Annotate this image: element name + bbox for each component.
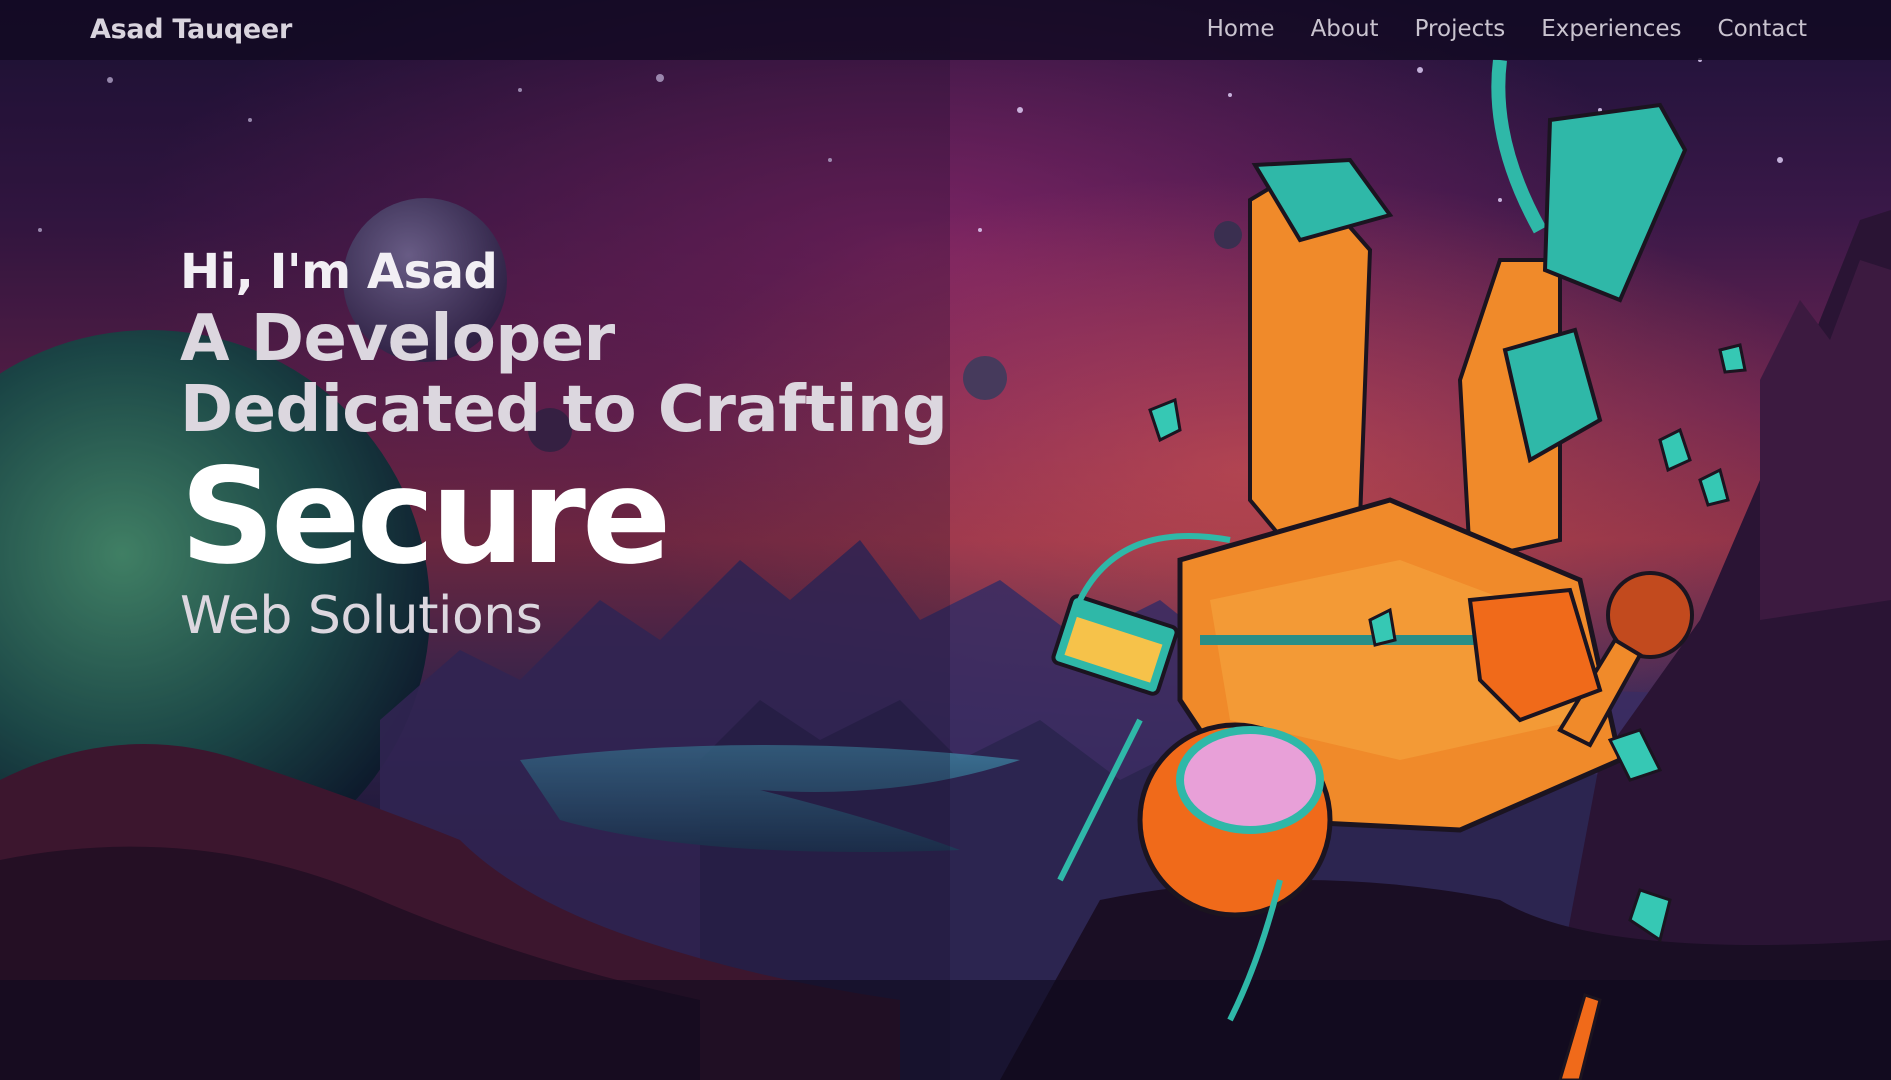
top-navbar: Asad Tauqeer Home About Projects Experie… — [0, 0, 1891, 60]
nav-link-projects[interactable]: Projects — [1415, 16, 1506, 42]
nav-link-home[interactable]: Home — [1207, 16, 1275, 42]
hero-line-dedicated: Dedicated to Crafting — [180, 373, 948, 447]
hero-section: Asad Tauqeer Home About Projects Experie… — [0, 0, 1891, 1080]
hero-greeting: Hi, I'm Asad — [180, 244, 498, 300]
hero-headline: Hi, I'm Asad A Developer Dedicated to Cr… — [180, 244, 948, 646]
nav-link-contact[interactable]: Contact — [1718, 16, 1807, 42]
nav-link-about[interactable]: About — [1311, 16, 1379, 42]
hero-highlight-word: Secure — [180, 440, 671, 594]
hero-line-web-solutions: Web Solutions — [180, 586, 543, 646]
site-brand[interactable]: Asad Tauqeer — [90, 14, 292, 45]
moon — [963, 356, 1007, 400]
nav-link-experiences[interactable]: Experiences — [1541, 16, 1681, 42]
main-navigation: Home About Projects Experiences Contact — [1207, 16, 1807, 42]
hero-line-developer: A Developer — [180, 302, 615, 376]
moon-small — [1214, 221, 1242, 249]
